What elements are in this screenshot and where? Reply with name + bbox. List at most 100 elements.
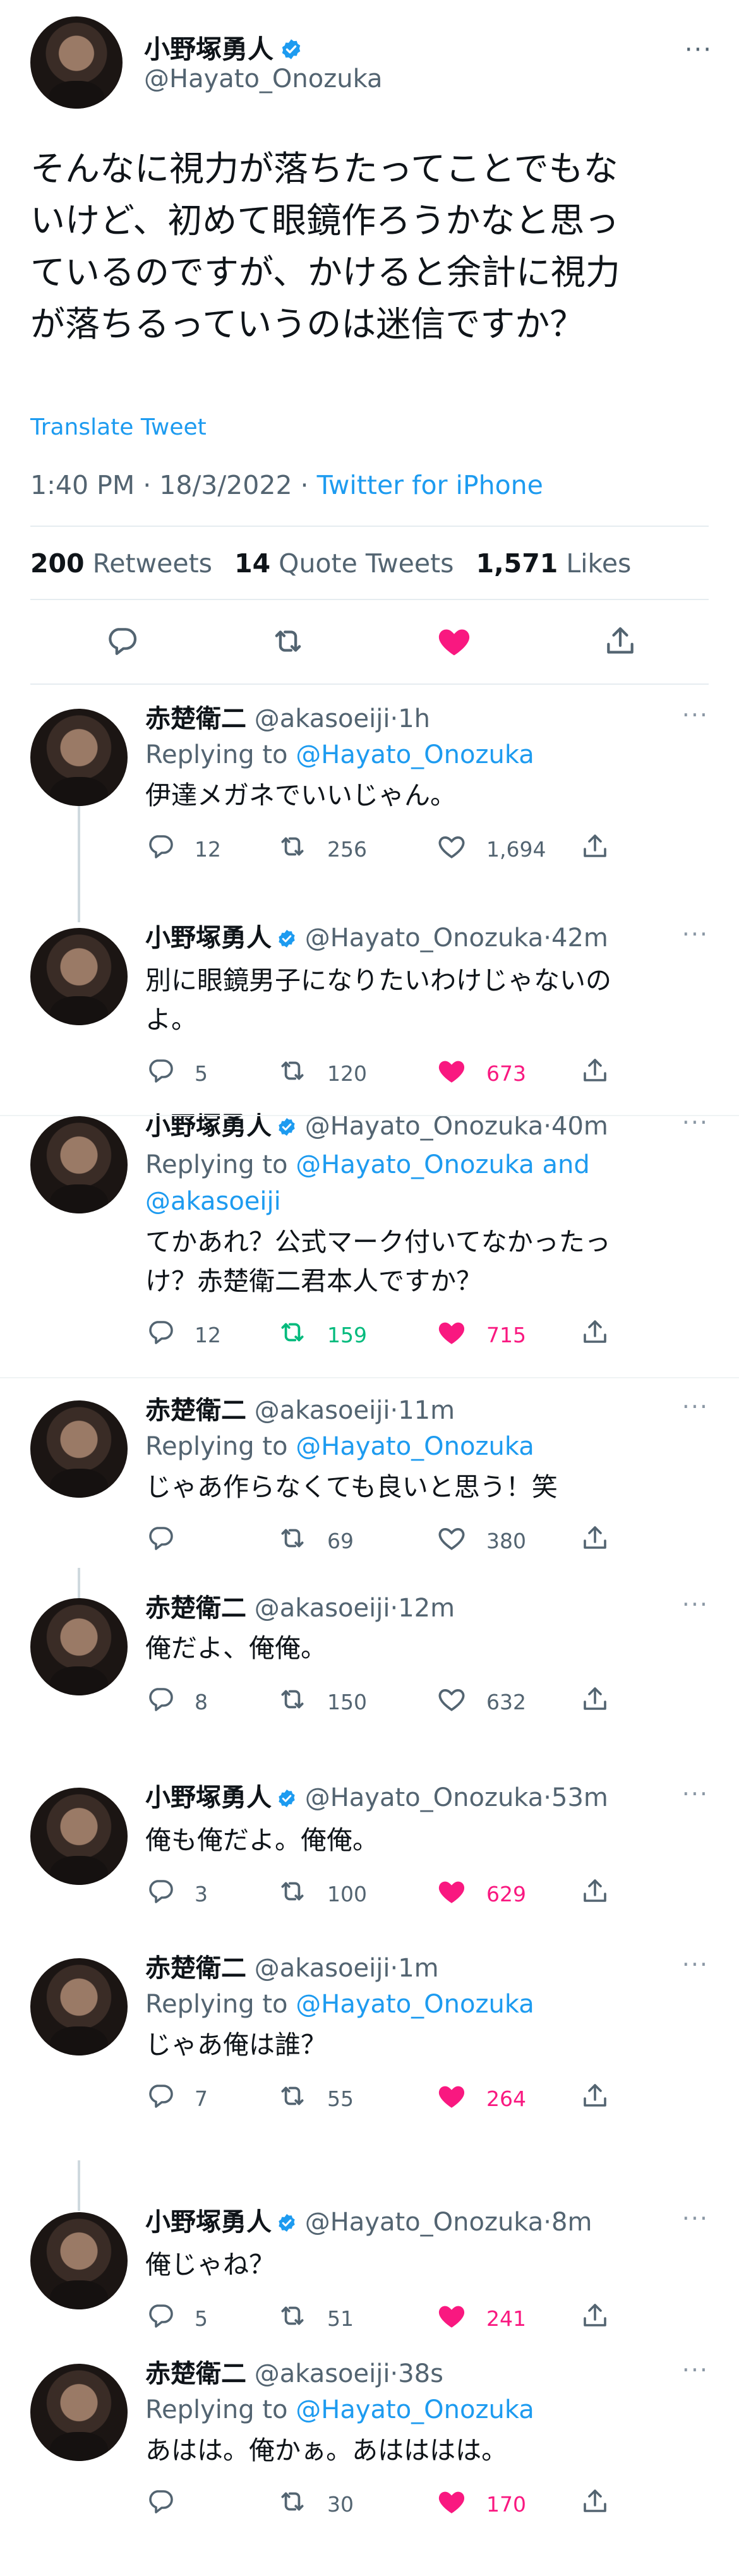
reply-time[interactable]: 53m [551, 1783, 608, 1812]
share-icon[interactable] [598, 619, 642, 663]
tweet-time[interactable]: 1:40 PM · 18/3/2022 · [30, 470, 317, 500]
reply-author-name[interactable]: 小野塚勇人 [145, 1783, 272, 1812]
reply-author-name[interactable]: 赤楚衛二 [145, 1954, 246, 1983]
reply-time[interactable]: 1m [398, 1954, 438, 1983]
likes-stat[interactable]: 1,571 Likes [476, 548, 632, 579]
more-horizontal-icon[interactable]: ··· [682, 2205, 709, 2232]
avatar[interactable] [30, 1788, 128, 1885]
reply-author-handle[interactable]: @akasoeiji [255, 1954, 390, 1983]
reply-button[interactable]: 12 [145, 1317, 221, 1352]
like-button[interactable]: 170 [436, 2486, 526, 2522]
retweet-button[interactable]: 159 [277, 1317, 367, 1352]
retweet-button[interactable]: 150 [277, 1684, 367, 1719]
retweet-button[interactable]: 100 [277, 1876, 367, 1911]
share-button[interactable] [580, 1876, 610, 1911]
retweet-button[interactable]: 55 [277, 2081, 354, 2116]
reply-button[interactable] [145, 1523, 176, 1558]
reply-time[interactable]: 38s [398, 2359, 443, 2388]
reply-author-handle[interactable]: @Hayato_Onozuka [305, 924, 544, 953]
retweet-button[interactable]: 30 [277, 2486, 354, 2522]
quotes-stat[interactable]: 14 Quote Tweets [234, 548, 454, 579]
retweet-button[interactable]: 51 [277, 2301, 354, 2336]
reply-time[interactable]: 1h [398, 704, 430, 733]
reply-time[interactable]: 11m [398, 1396, 455, 1425]
reply-button[interactable]: 5 [145, 2301, 208, 2336]
reply-time[interactable]: 8m [551, 2208, 592, 2237]
like-button[interactable]: 380 [436, 1523, 526, 1558]
reply-button[interactable]: 7 [145, 2081, 208, 2116]
like-button[interactable]: 1,694 [436, 831, 546, 867]
author-name[interactable]: 小野塚勇人 [144, 28, 303, 67]
like-button[interactable]: 715 [436, 1317, 526, 1352]
share-button[interactable] [580, 1317, 610, 1352]
replying-prefix: Replying to [145, 2395, 296, 2424]
more-horizontal-icon[interactable]: ··· [682, 701, 709, 729]
reply-author-handle[interactable]: @akasoeiji [255, 1594, 390, 1623]
reply-author-handle[interactable]: @Hayato_Onozuka [305, 2208, 544, 2237]
avatar[interactable] [30, 709, 128, 806]
reply-author-name[interactable]: 赤楚衛二 [145, 1396, 246, 1425]
translate-tweet-link[interactable]: Translate Tweet [30, 414, 207, 440]
more-horizontal-icon[interactable]: ··· [682, 1109, 709, 1136]
reply-time[interactable]: 42m [551, 924, 608, 953]
heart-icon[interactable] [432, 619, 476, 663]
share-button[interactable] [580, 2301, 610, 2336]
reply-author-handle[interactable]: @Hayato_Onozuka [305, 1783, 544, 1812]
avatar[interactable] [30, 1116, 128, 1213]
reply-button[interactable]: 3 [145, 1876, 208, 1911]
reply-author-name[interactable]: 赤楚衛二 [145, 704, 246, 733]
share-button[interactable] [580, 831, 610, 867]
mention-link[interactable]: @Hayato_Onozuka and [296, 1150, 590, 1179]
share-button[interactable] [580, 1056, 610, 1091]
more-horizontal-icon[interactable]: ··· [685, 35, 712, 64]
retweet-button[interactable]: 256 [277, 831, 367, 867]
reply-button[interactable]: 8 [145, 1684, 208, 1719]
reply-button[interactable]: 12 [145, 831, 221, 867]
mention-link[interactable]: @Hayato_Onozuka [296, 740, 534, 769]
reply-author-name[interactable]: 小野塚勇人 [145, 924, 272, 953]
tweet-source[interactable]: Twitter for iPhone [317, 470, 543, 500]
reply-author-handle[interactable]: @akasoeiji [255, 704, 390, 733]
reply-author-handle[interactable]: @akasoeiji [255, 1396, 390, 1425]
reply-author-name[interactable]: 赤楚衛二 [145, 2359, 246, 2388]
avatar[interactable] [30, 1400, 128, 1498]
reply-button[interactable] [145, 2486, 176, 2522]
share-button[interactable] [580, 2486, 610, 2522]
reply-count: 12 [195, 1322, 221, 1347]
reply-author-name[interactable]: 赤楚衛二 [145, 1594, 246, 1623]
avatar[interactable] [30, 16, 123, 109]
avatar[interactable] [30, 1598, 128, 1695]
retweet-button[interactable]: 120 [277, 1056, 367, 1091]
avatar[interactable] [30, 2364, 128, 2461]
author-handle[interactable]: @Hayato_Onozuka [144, 64, 383, 93]
more-horizontal-icon[interactable]: ··· [682, 1591, 709, 1618]
more-horizontal-icon[interactable]: ··· [682, 1780, 709, 1808]
retweet-button[interactable]: 69 [277, 1523, 354, 1558]
like-button[interactable]: 632 [436, 1684, 526, 1719]
reply-time[interactable]: 12m [398, 1594, 455, 1623]
more-horizontal-icon[interactable]: ··· [682, 920, 709, 948]
mention-link[interactable]: @Hayato_Onozuka [296, 2395, 534, 2424]
more-horizontal-icon[interactable]: ··· [682, 1951, 709, 1978]
retweet-icon[interactable] [266, 619, 310, 663]
mention-link[interactable]: @Hayato_Onozuka [296, 1990, 534, 2019]
share-button[interactable] [580, 2081, 610, 2116]
more-horizontal-icon[interactable]: ··· [682, 1393, 709, 1421]
like-button[interactable]: 241 [436, 2301, 526, 2336]
reply-author-name[interactable]: 小野塚勇人 [145, 2208, 272, 2237]
mention-link[interactable]: @Hayato_Onozuka [296, 1432, 534, 1461]
avatar[interactable] [30, 1958, 128, 2055]
reply-icon[interactable] [100, 619, 144, 663]
avatar[interactable] [30, 928, 128, 1025]
share-button[interactable] [580, 1523, 610, 1558]
reply-author-handle[interactable]: @akasoeiji [255, 2359, 390, 2388]
share-button[interactable] [580, 1684, 610, 1719]
like-button[interactable]: 673 [436, 1056, 526, 1091]
mention-link[interactable]: @akasoeiji [145, 1187, 281, 1216]
retweets-stat[interactable]: 200 Retweets [30, 548, 212, 579]
more-horizontal-icon[interactable]: ··· [682, 2356, 709, 2384]
avatar[interactable] [30, 2212, 128, 2309]
reply-button[interactable]: 5 [145, 1056, 208, 1091]
like-button[interactable]: 264 [436, 2081, 526, 2116]
like-button[interactable]: 629 [436, 1876, 526, 1911]
